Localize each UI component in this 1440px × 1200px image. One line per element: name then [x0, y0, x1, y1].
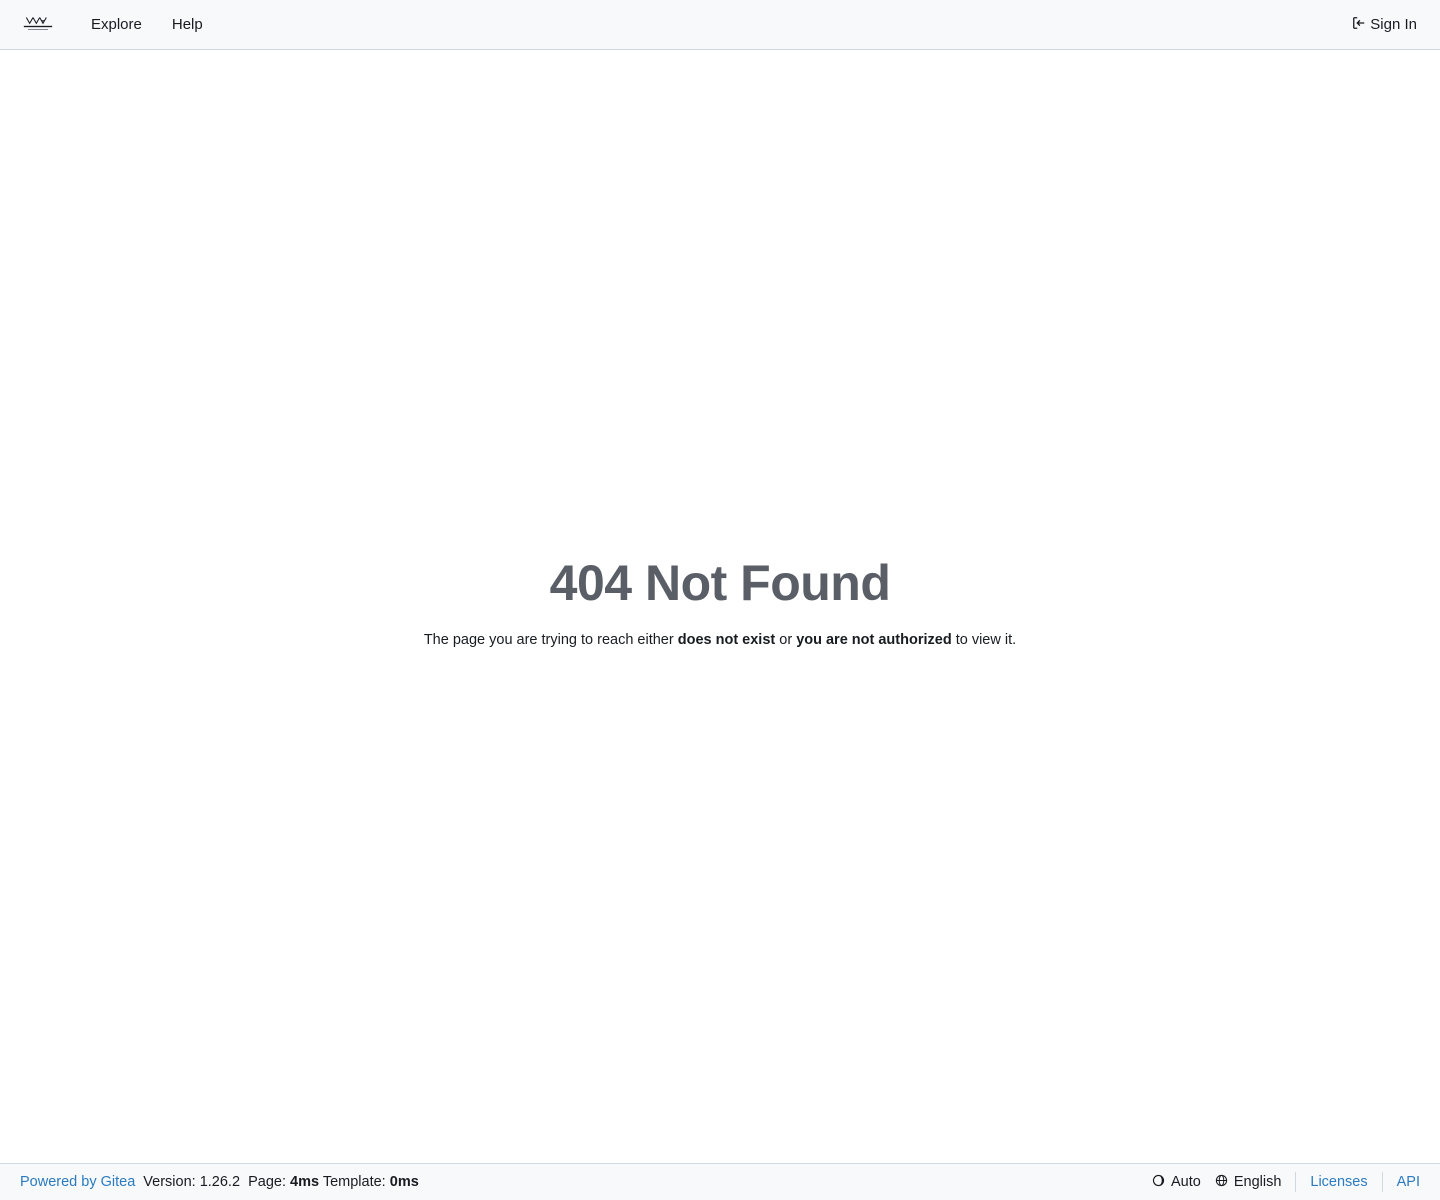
nav-help[interactable]: Help [157, 1, 218, 49]
site-logo-icon[interactable] [15, 1, 61, 49]
footer-divider [1295, 1172, 1297, 1192]
powered-by-link[interactable]: Powered by Gitea [20, 1174, 135, 1190]
theme-icon [1152, 1174, 1165, 1191]
language-dropdown[interactable]: English [1215, 1174, 1282, 1191]
theme-label: Auto [1170, 1174, 1201, 1190]
sign-in-button[interactable]: Sign In [1342, 1, 1432, 49]
sign-in-icon [1352, 16, 1366, 34]
main-content: 404 Not Found The page you are trying to… [0, 50, 1440, 1163]
navbar: Explore Help Sign In [0, 0, 1440, 50]
page-root: Explore Help Sign In 404 Not Found The p… [0, 0, 1440, 1200]
nav-explore[interactable]: Explore [76, 1, 157, 49]
footer-right: Auto English Licenses API [1138, 1172, 1420, 1192]
sign-in-label: Sign In [1370, 16, 1417, 33]
footer: Powered by Gitea Version: 1.26.2 Page: 4… [0, 1163, 1440, 1200]
error-description: The page you are trying to reach either … [423, 631, 1017, 648]
api-link[interactable]: API [1397, 1174, 1420, 1190]
language-label: English [1233, 1174, 1282, 1190]
footer-meta: Version: 1.26.2 Page: 4ms Template: 0ms [143, 1174, 419, 1190]
theme-dropdown[interactable]: Auto [1152, 1174, 1201, 1191]
error-title: 404 Not Found [549, 554, 891, 611]
licenses-link[interactable]: Licenses [1310, 1174, 1367, 1190]
globe-icon [1215, 1174, 1228, 1191]
footer-divider [1381, 1172, 1383, 1192]
